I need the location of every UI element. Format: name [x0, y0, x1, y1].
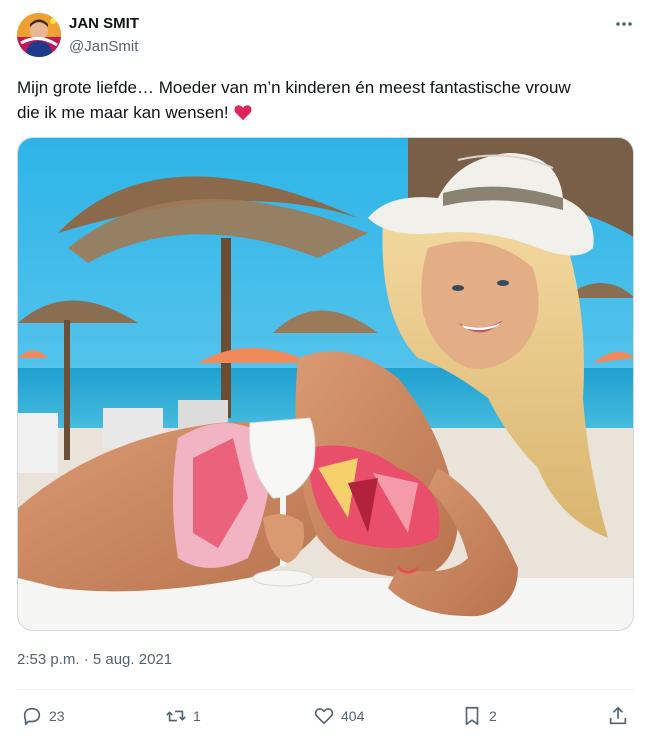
beach-photo-image — [18, 138, 634, 631]
tweet-photo[interactable] — [17, 137, 634, 631]
author-display-name[interactable]: JAN SMIT — [69, 15, 139, 32]
tweet-text-line-2-words: die ik me maar kan wensen! — [17, 103, 229, 122]
tweet-text: Mijn grote liefde… Moeder van m’n kinder… — [17, 75, 637, 125]
tweet-timestamp[interactable]: 2:53 p.m. · 5 aug. 2021 — [17, 651, 172, 668]
bookmark-icon — [461, 705, 483, 727]
retweet-icon — [165, 705, 187, 727]
avatar-image — [17, 13, 61, 57]
bookmark-button[interactable]: 2 — [461, 700, 497, 732]
share-button[interactable] — [607, 700, 635, 732]
author-handle[interactable]: @JanSmit — [69, 38, 138, 55]
reply-bubble-icon — [21, 705, 43, 727]
bookmark-count: 2 — [489, 708, 497, 724]
reply-count: 23 — [49, 708, 65, 724]
share-upload-icon — [607, 705, 629, 727]
like-button[interactable]: 404 — [313, 700, 364, 732]
tweet-text-line-1: Mijn grote liefde… Moeder van m’n kinder… — [17, 75, 637, 100]
more-dots-icon[interactable] — [612, 14, 636, 34]
tweet-text-line-2: die ik me maar kan wensen! — [17, 100, 637, 125]
avatar[interactable] — [17, 13, 61, 57]
heart-icon — [313, 705, 335, 727]
reply-button[interactable]: 23 — [21, 700, 65, 732]
tweet-actions-bar: 23 1 404 2 — [17, 700, 634, 732]
retweet-button[interactable]: 1 — [165, 700, 201, 732]
tweet-card: JAN SMIT @JanSmit Mijn grote liefde… Moe… — [0, 0, 652, 749]
like-count: 404 — [341, 708, 364, 724]
divider — [17, 689, 634, 690]
retweet-count: 1 — [193, 708, 201, 724]
red-heart-emoji — [233, 103, 253, 122]
